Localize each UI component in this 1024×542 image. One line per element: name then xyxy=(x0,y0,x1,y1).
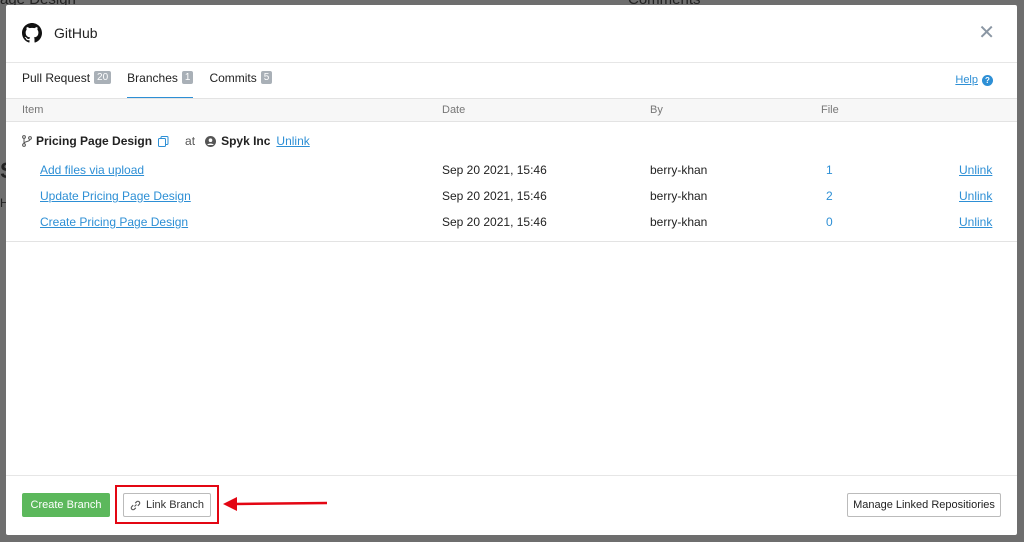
github-modal: GitHub ✕ Pull Request 20 Branches 1 Comm… xyxy=(6,5,1017,535)
tab-branches[interactable]: Branches 1 xyxy=(127,71,194,99)
tab-count-badge: 5 xyxy=(260,71,273,84)
help-label: Help xyxy=(955,74,978,86)
branch-group-row: Pricing Page Design at Spyk Inc Unlink xyxy=(22,133,310,149)
column-header-item: Item xyxy=(22,104,44,116)
unlink-link[interactable]: Unlink xyxy=(959,163,992,177)
manage-linked-repositories-button[interactable]: Manage Linked Repositiories xyxy=(847,493,1001,517)
close-icon[interactable]: ✕ xyxy=(978,23,995,43)
link-branch-label: Link Branch xyxy=(145,499,205,511)
tab-count-badge: 1 xyxy=(181,71,194,84)
file-count[interactable]: 2 xyxy=(826,189,833,203)
column-header-by: By xyxy=(650,104,663,116)
org-name: Spyk Inc xyxy=(221,134,271,148)
file-count[interactable]: 0 xyxy=(826,215,833,229)
modal-header: GitHub ✕ xyxy=(6,5,1017,63)
branch-name: Pricing Page Design xyxy=(36,134,153,148)
question-icon: ? xyxy=(982,74,993,86)
tab-bar: Pull Request 20 Branches 1 Commits 5 xyxy=(22,71,288,99)
commit-link[interactable]: Create Pricing Page Design xyxy=(40,215,188,229)
unlink-link[interactable]: Unlink xyxy=(959,189,992,203)
at-label: at xyxy=(185,134,196,148)
modal-title: GitHub xyxy=(54,25,98,41)
github-icon xyxy=(22,23,42,43)
commit-link[interactable]: Update Pricing Page Design xyxy=(40,189,191,203)
table-row: Add files via upload Sep 20 2021, 15:46 … xyxy=(6,161,1017,181)
tab-label: Pull Request xyxy=(22,71,91,85)
link-icon xyxy=(130,500,141,510)
commit-author: berry-khan xyxy=(650,189,708,203)
commit-link[interactable]: Add files via upload xyxy=(40,163,144,177)
column-header-date: Date xyxy=(442,104,466,116)
file-count[interactable]: 1 xyxy=(826,163,833,177)
unlink-link[interactable]: Unlink xyxy=(959,215,992,229)
commit-date: Sep 20 2021, 15:46 xyxy=(442,189,547,203)
link-branch-button[interactable]: Link Branch xyxy=(123,493,211,517)
commit-date: Sep 20 2021, 15:46 xyxy=(442,163,547,177)
table-row: Create Pricing Page Design Sep 20 2021, … xyxy=(6,213,1017,233)
commit-date: Sep 20 2021, 15:46 xyxy=(442,215,547,229)
help-link[interactable]: Help ? xyxy=(955,74,993,86)
column-header-file: File xyxy=(821,104,839,116)
divider xyxy=(6,241,1017,242)
table-row: Update Pricing Page Design Sep 20 2021, … xyxy=(6,187,1017,207)
branch-icon xyxy=(22,135,32,147)
modal-footer: Create Branch Link Branch Manage Linked … xyxy=(6,475,1017,535)
user-circle-icon xyxy=(205,135,217,147)
tab-label: Commits xyxy=(209,71,257,85)
table-header: Item Date By File xyxy=(6,98,1017,122)
tab-count-badge: 20 xyxy=(94,71,112,84)
annotation-arrow-icon xyxy=(223,497,328,511)
commit-author: berry-khan xyxy=(650,163,708,177)
unlink-branch-link[interactable]: Unlink xyxy=(276,134,309,148)
create-branch-button[interactable]: Create Branch xyxy=(22,493,110,517)
commit-author: berry-khan xyxy=(650,215,708,229)
copy-icon[interactable] xyxy=(158,135,169,147)
tab-label: Branches xyxy=(127,71,178,85)
tab-pull-request[interactable]: Pull Request 20 xyxy=(22,71,112,99)
tab-commits[interactable]: Commits 5 xyxy=(209,71,273,99)
